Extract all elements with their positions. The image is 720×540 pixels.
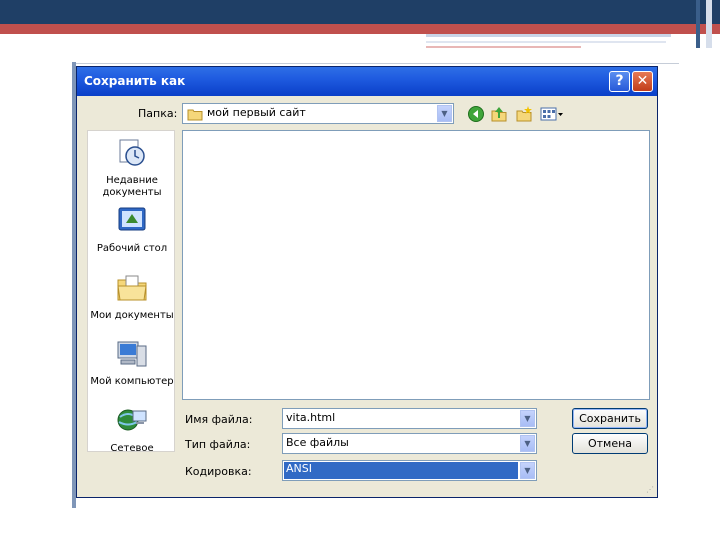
- place-label: Недавние документы: [102, 175, 162, 198]
- chevron-down-icon[interactable]: ▼: [437, 105, 452, 122]
- filetype-value: Все файлы: [286, 436, 349, 449]
- my-documents-icon: [117, 275, 147, 301]
- place-label: Мой компьютер: [90, 376, 174, 387]
- chevron-down-icon[interactable]: ▼: [520, 410, 535, 427]
- slide-divider: [76, 63, 679, 64]
- place-label: Мои документы: [90, 310, 174, 321]
- help-button[interactable]: ?: [609, 71, 630, 92]
- close-button[interactable]: ✕: [632, 71, 653, 92]
- filetype-label: Тип файла:: [185, 438, 251, 451]
- place-my-computer[interactable]: Мой компьютер: [88, 338, 176, 388]
- save-as-dialog: Сохранить как ? ✕ Папка: мой первый сайт…: [76, 66, 658, 498]
- slide-decor-bar: [696, 0, 700, 48]
- place-my-documents[interactable]: Мои документы: [88, 272, 176, 322]
- recent-documents-icon: [119, 139, 145, 166]
- encoding-select[interactable]: ANSI ▼: [282, 460, 537, 481]
- place-recent-documents[interactable]: Недавние документы: [88, 137, 176, 199]
- place-label: Сетевое: [110, 443, 154, 454]
- slide-decor-bar: [706, 0, 712, 48]
- place-desktop[interactable]: Рабочий стол: [88, 205, 176, 255]
- slide-accent-stripe: [0, 24, 720, 34]
- save-button[interactable]: Сохранить: [572, 408, 648, 429]
- up-folder-icon[interactable]: [490, 105, 508, 123]
- folder-label: Папка:: [138, 107, 178, 120]
- file-list[interactable]: [182, 130, 650, 400]
- filename-label: Имя файла:: [185, 413, 253, 426]
- folder-value: мой первый сайт: [207, 106, 306, 119]
- filetype-select[interactable]: Все файлы ▼: [282, 433, 537, 454]
- filename-value: vita.html: [286, 411, 336, 424]
- chevron-down-icon[interactable]: ▼: [520, 462, 535, 479]
- filename-input[interactable]: vita.html ▼: [282, 408, 537, 429]
- encoding-label: Кодировка:: [185, 465, 252, 478]
- folder-icon: [187, 109, 203, 121]
- chevron-down-icon[interactable]: ▼: [520, 435, 535, 452]
- slide-decor-line: [426, 34, 671, 37]
- slide-decor-line: [426, 41, 666, 43]
- places-bar: Недавние документы Рабочий стол Мои доку…: [87, 130, 176, 455]
- new-folder-icon[interactable]: [515, 105, 533, 123]
- my-computer-icon: [117, 341, 147, 367]
- cancel-button[interactable]: Отмена: [572, 433, 648, 454]
- view-menu-icon[interactable]: [540, 105, 564, 123]
- folder-select[interactable]: мой первый сайт ▼: [182, 103, 454, 124]
- resize-grip-icon[interactable]: ⋰: [646, 485, 654, 494]
- place-label: Рабочий стол: [96, 243, 168, 254]
- dialog-titlebar[interactable]: Сохранить как ? ✕: [77, 67, 657, 96]
- network-icon: [117, 409, 147, 431]
- dialog-title: Сохранить как: [84, 74, 186, 88]
- encoding-value: ANSI: [284, 462, 518, 479]
- desktop-icon: [118, 207, 146, 231]
- slide-decor-line: [426, 46, 581, 48]
- slide-header-bar: [0, 0, 720, 24]
- back-icon[interactable]: [467, 105, 485, 123]
- place-network[interactable]: Сетевое: [88, 405, 176, 455]
